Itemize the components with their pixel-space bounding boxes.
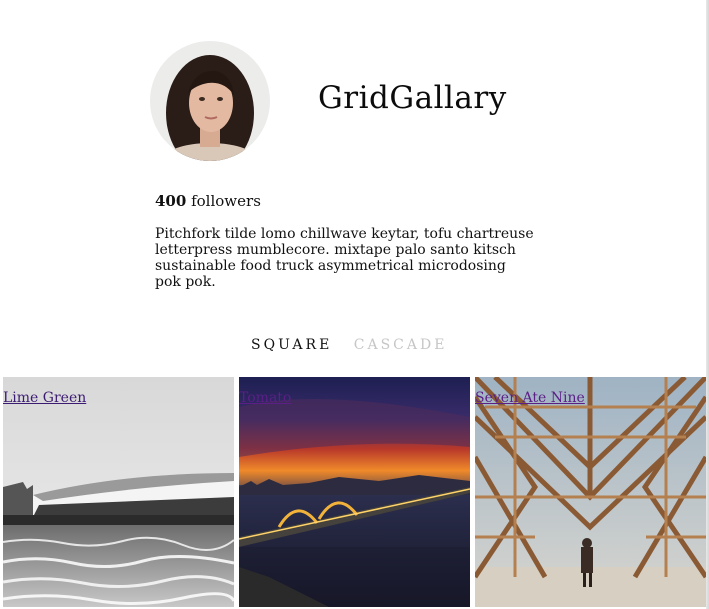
followers-label: followers: [191, 192, 261, 210]
avatar[interactable]: [150, 41, 270, 161]
brand-title: GridGallary: [318, 80, 507, 116]
tile-caption[interactable]: Seven Ate Nine: [475, 390, 585, 406]
city-bridge-sunset-photo: [239, 377, 470, 607]
followers-count: 400 followers: [155, 192, 261, 210]
profile-bio: Pitchfork tilde lomo chillwave keytar, t…: [155, 226, 534, 290]
tab-cascade[interactable]: CASCADE: [354, 337, 448, 353]
tile-caption[interactable]: Lime Green: [3, 390, 86, 406]
gallery-tile[interactable]: Seven Ate Nine: [475, 377, 706, 607]
profile-page: GridGallary 400 followers Pitchfork tild…: [0, 0, 709, 609]
wooden-lattice-sculpture-photo: [475, 377, 706, 607]
tab-square[interactable]: SQUARE: [251, 337, 332, 353]
view-tabs: SQUARE CASCADE: [251, 337, 447, 353]
gallery-tile[interactable]: Lime Green: [3, 377, 234, 607]
waterfront-building-photo: [3, 377, 234, 607]
avatar-portrait-image: [150, 41, 270, 161]
gallery-tile[interactable]: Tomato: [239, 377, 470, 607]
tile-caption[interactable]: Tomato: [239, 390, 291, 406]
followers-number: 400: [155, 192, 187, 210]
